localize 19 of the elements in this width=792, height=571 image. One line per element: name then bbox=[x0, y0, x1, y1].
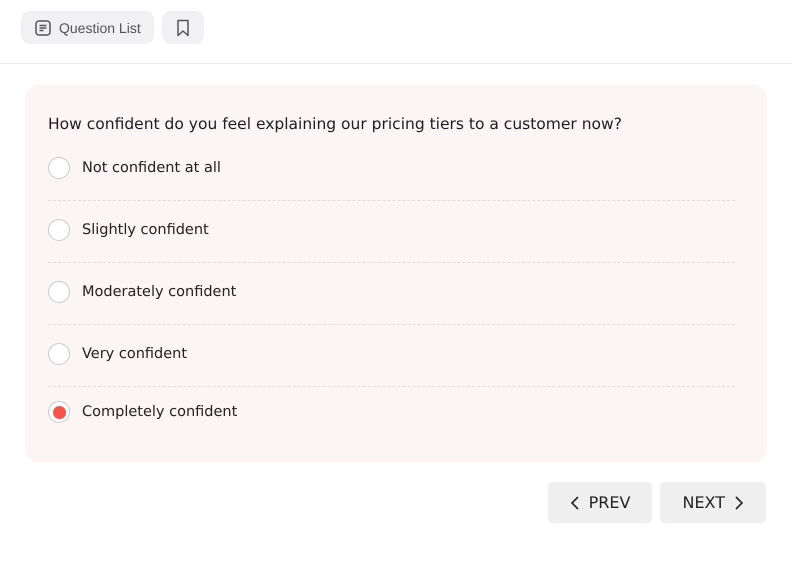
list-icon bbox=[34, 18, 52, 36]
radio-button[interactable] bbox=[48, 219, 70, 241]
radio-button[interactable] bbox=[48, 343, 70, 365]
question-list-button[interactable]: Question List bbox=[21, 11, 154, 44]
answer-option[interactable]: Not confident at all bbox=[48, 136, 735, 201]
radio-button[interactable] bbox=[48, 281, 70, 303]
answer-option[interactable]: Slightly confident bbox=[48, 198, 735, 263]
bookmark-icon bbox=[176, 18, 190, 36]
prev-button[interactable]: PREV bbox=[548, 482, 652, 523]
radio-button[interactable] bbox=[48, 157, 70, 179]
question-text: How confident do you feel explaining our pricing tiers to a customer now? bbox=[48, 115, 623, 133]
bookmark-button[interactable] bbox=[162, 11, 204, 44]
next-button[interactable]: NEXT bbox=[660, 482, 766, 523]
chevron-left-icon bbox=[570, 494, 580, 510]
answer-option[interactable]: Moderately confident bbox=[48, 260, 735, 325]
radio-button[interactable] bbox=[48, 401, 70, 423]
chevron-right-icon bbox=[734, 494, 744, 510]
answer-option[interactable]: Completely confident bbox=[48, 384, 735, 440]
answer-option[interactable]: Very confident bbox=[48, 322, 735, 387]
